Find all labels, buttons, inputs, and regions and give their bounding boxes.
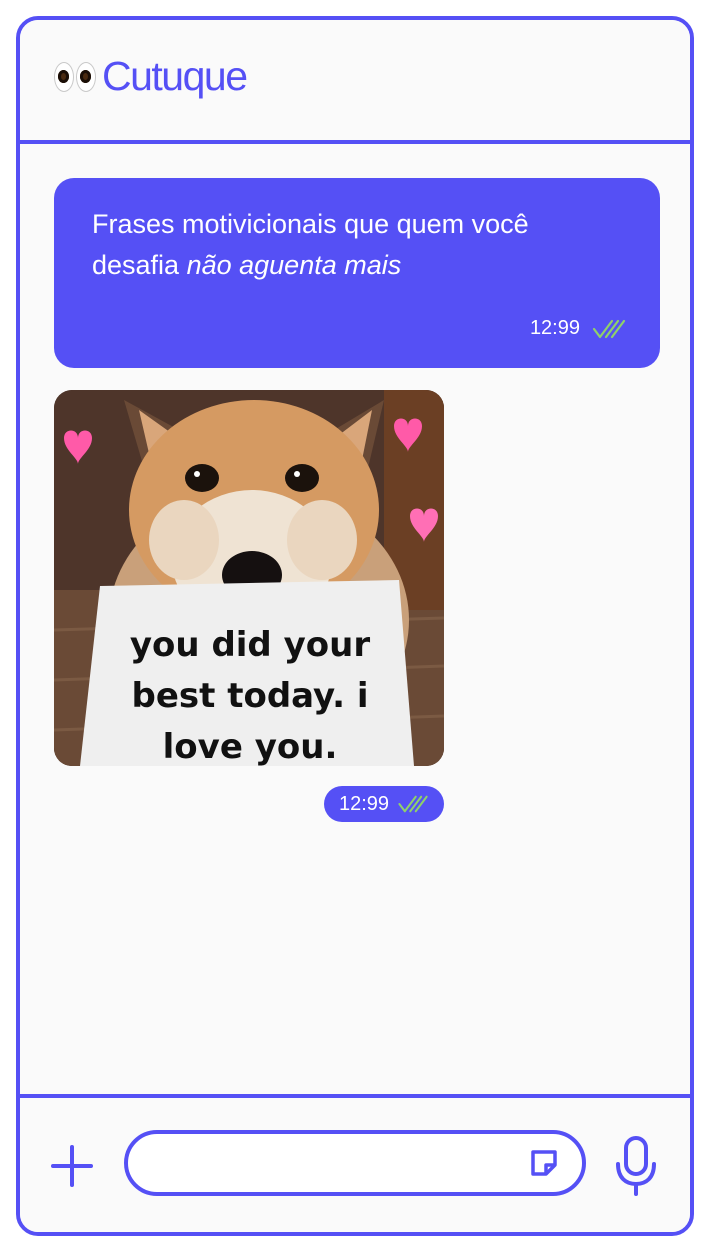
message-meta: 12:99: [530, 317, 626, 340]
shiba-dog-sign-image[interactable]: you did your best today. i love you.: [54, 390, 444, 766]
message-text-italic: não aguenta mais: [186, 250, 402, 280]
message-time: 12:99: [338, 792, 390, 815]
message-list: Frases motivicionais que quem você desaf…: [20, 144, 690, 1098]
plus-icon[interactable]: [50, 1144, 94, 1188]
app-title: Cutuque: [102, 53, 248, 99]
message-time: 12:99: [529, 317, 580, 339]
right-eye: [76, 61, 96, 92]
message-input-box[interactable]: [124, 1130, 586, 1196]
sign-text: you did your best today. i love you.: [129, 625, 371, 766]
sticker-icon[interactable]: [528, 1147, 560, 1179]
message-composer: [20, 1094, 690, 1232]
message-bubble-outgoing[interactable]: Frases motivicionais que quem você desaf…: [54, 178, 660, 368]
message-input[interactable]: [152, 1134, 516, 1194]
double-check-icon: [397, 794, 429, 814]
image-message-meta: 12:99: [324, 786, 444, 822]
chat-header: Cutuque: [20, 20, 690, 144]
app-brand: Cutuque: [54, 53, 248, 99]
chat-window: Cutuque Frases motivicionais que quem vo…: [16, 16, 694, 1236]
left-eye: [54, 61, 74, 92]
microphone-icon[interactable]: [614, 1134, 658, 1198]
eyes-icon: [54, 61, 96, 92]
message-text: Frases motivicionais que quem você desaf…: [92, 204, 622, 286]
double-check-icon: [592, 318, 626, 340]
